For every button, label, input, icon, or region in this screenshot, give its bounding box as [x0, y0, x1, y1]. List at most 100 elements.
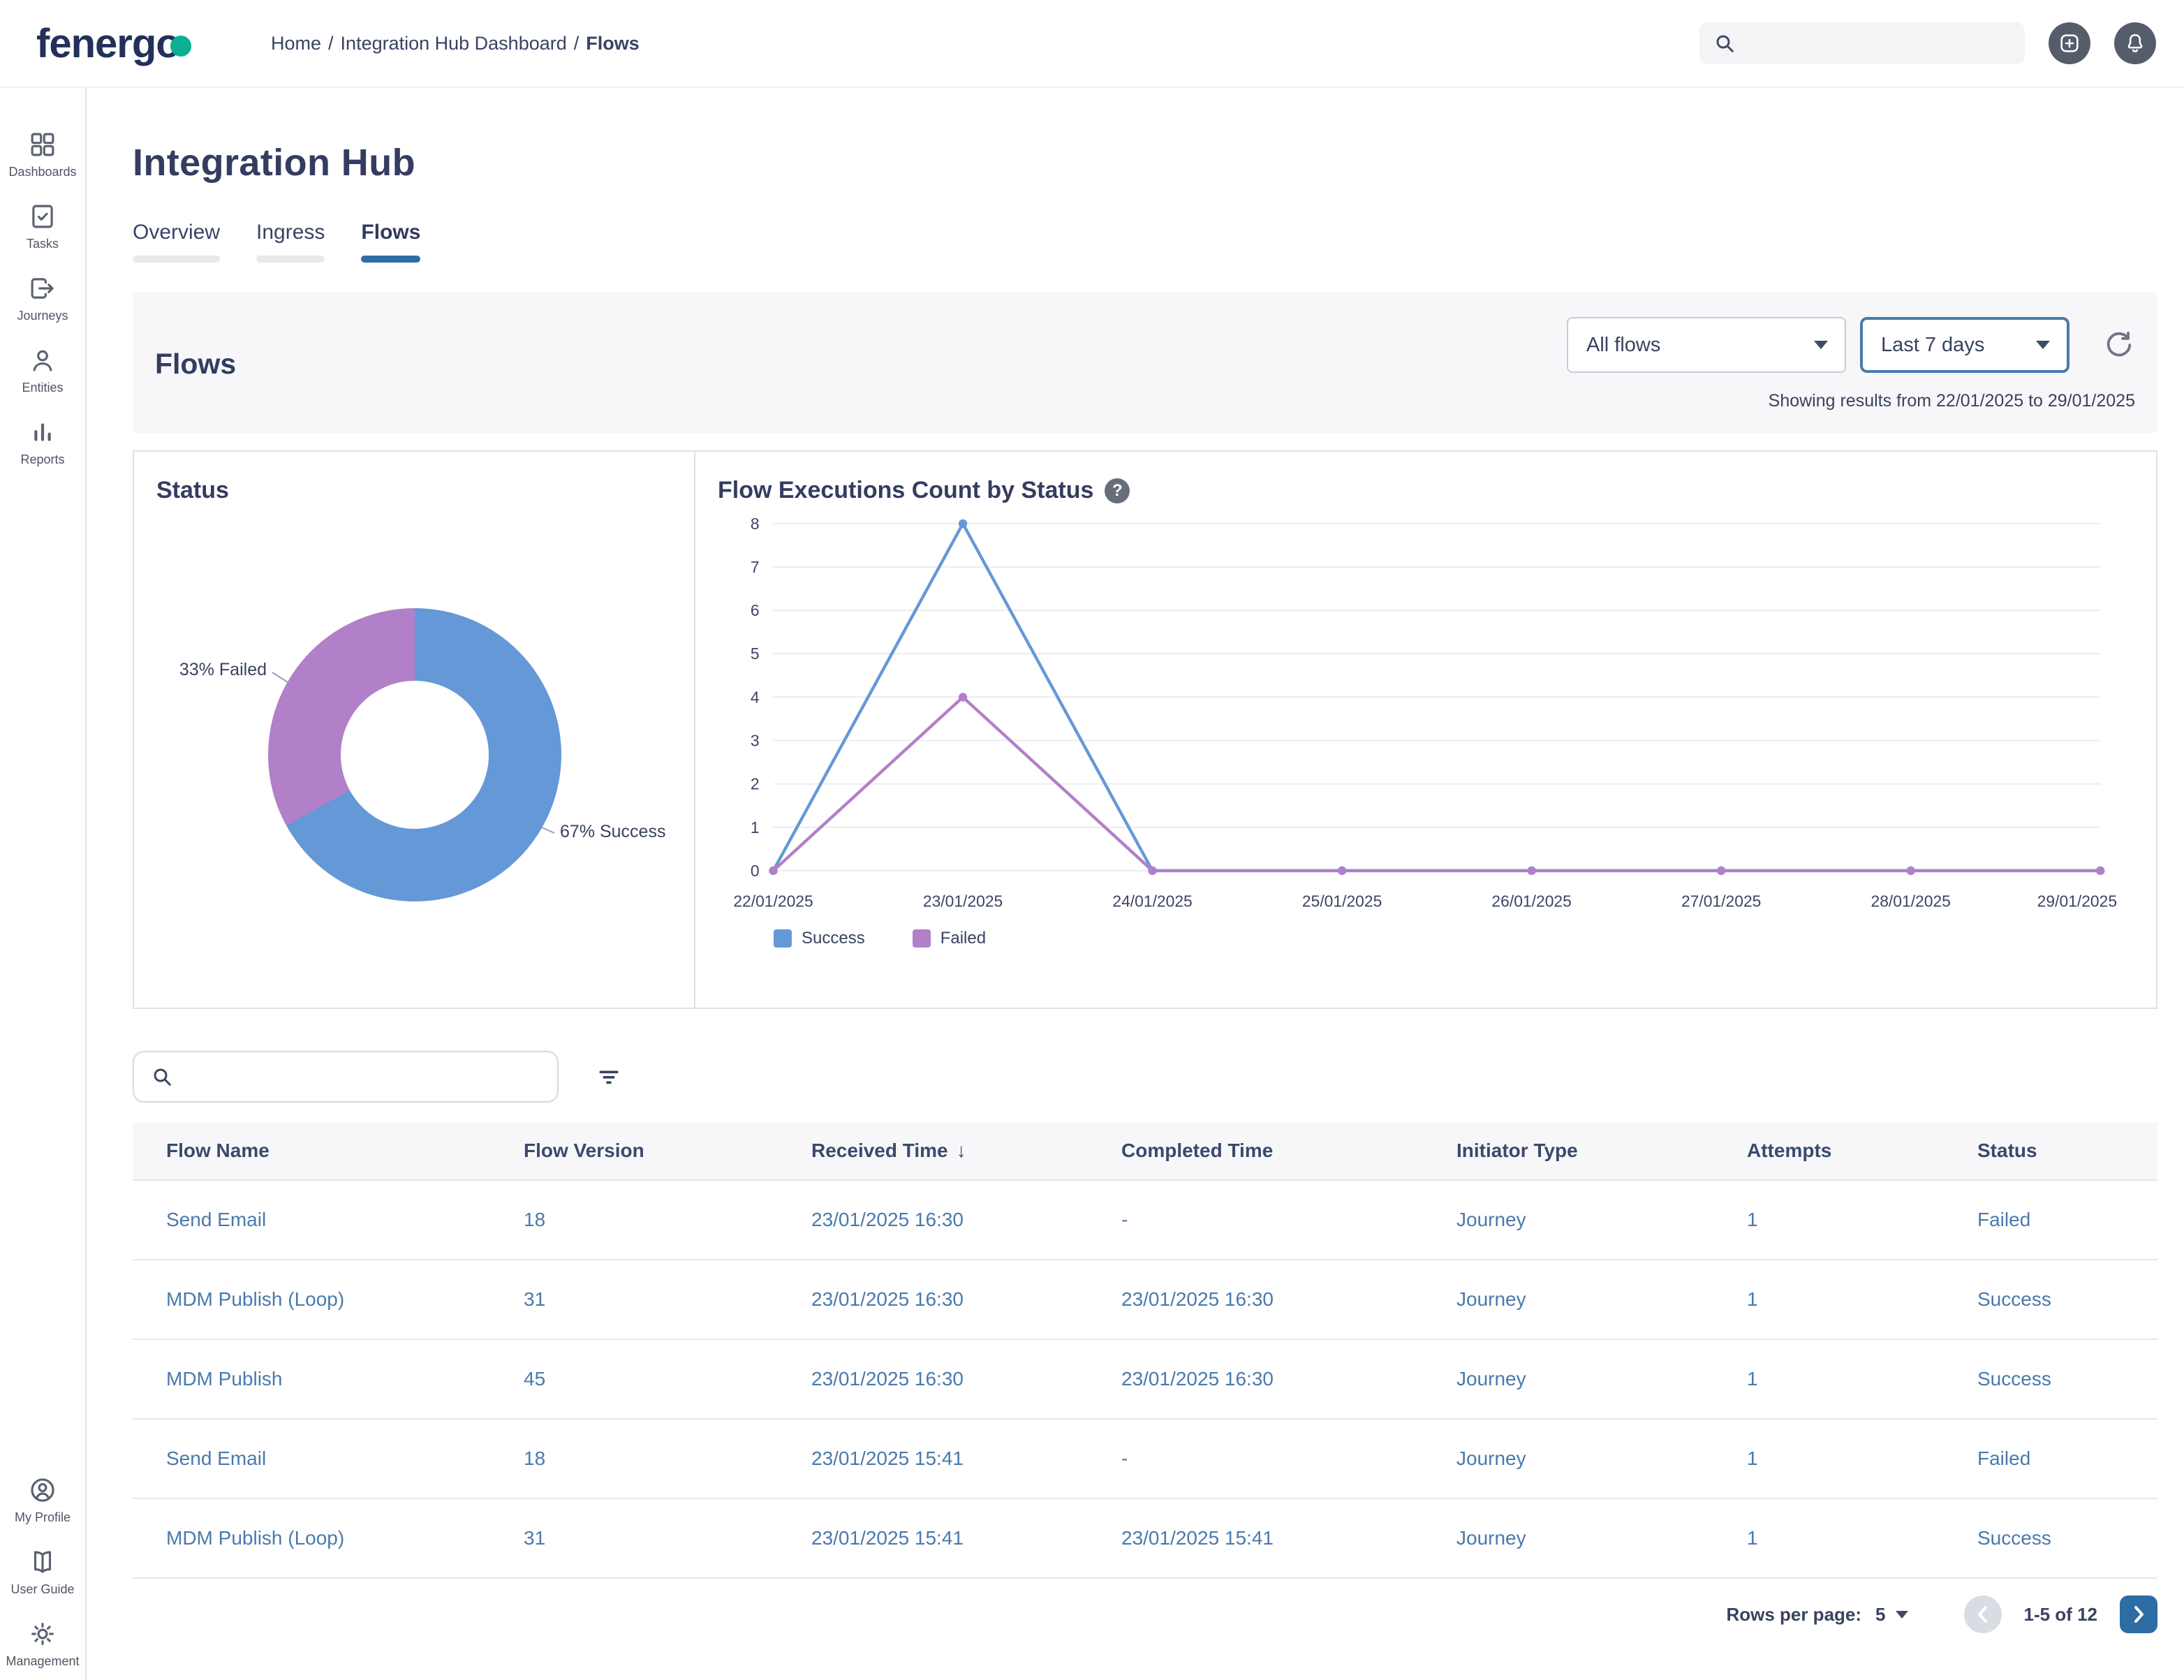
cell-completed-time: 23/01/2025 15:41 — [1121, 1527, 1274, 1549]
global-search-input[interactable] — [1747, 22, 2025, 64]
column-header-attempts[interactable]: Attempts — [1713, 1140, 1944, 1162]
cell-completed-time: - — [1121, 1447, 1128, 1469]
sidebar-item-journeys[interactable]: Journeys — [0, 274, 85, 323]
svg-text:25/01/2025: 25/01/2025 — [1302, 892, 1382, 911]
table-search-input[interactable] — [186, 1052, 557, 1101]
sidebar-bottom-group: My Profile User Guide Management — [0, 1475, 85, 1680]
cell-flow-name[interactable]: MDM Publish (Loop) — [133, 1527, 490, 1549]
breadcrumb-current: Flows — [586, 32, 640, 54]
sidebar-item-label: Management — [6, 1654, 80, 1668]
svg-text:6: 6 — [751, 601, 760, 619]
cell-completed-time: 23/01/2025 16:30 — [1121, 1368, 1274, 1390]
cell-received-time: 23/01/2025 16:30 — [811, 1368, 964, 1390]
sidebar-item-management[interactable]: Management — [0, 1619, 85, 1669]
cell-attempts: 1 — [1747, 1368, 1758, 1390]
svg-text:29/01/2025: 29/01/2025 — [2037, 892, 2117, 911]
legend-swatch — [912, 929, 931, 948]
sidebar-item-entities[interactable]: Entities — [0, 346, 85, 395]
column-header-status[interactable]: Status — [1944, 1140, 2157, 1162]
tab-ingress[interactable]: Ingress — [256, 221, 325, 263]
tab-flows[interactable]: Flows — [361, 221, 421, 263]
sidebar-item-tasks[interactable]: Tasks — [0, 202, 85, 251]
help-icon[interactable]: ? — [1105, 478, 1130, 503]
chevron-left-icon — [1977, 1606, 1987, 1623]
sidebar-item-label: User Guide — [10, 1582, 75, 1596]
sidebar-item-label: Journeys — [17, 309, 68, 323]
notifications-button[interactable] — [2114, 22, 2156, 64]
table-search[interactable] — [133, 1051, 559, 1103]
column-header-initiator-type[interactable]: Initiator Type — [1423, 1140, 1713, 1162]
pie-label-success: 67% Success — [560, 822, 666, 841]
column-header-flow-name[interactable]: Flow Name — [133, 1140, 490, 1162]
tab-underline — [133, 256, 221, 263]
previous-page-button[interactable] — [1963, 1596, 2002, 1633]
cell-initiator-type: Journey — [1456, 1447, 1526, 1469]
column-header-flow-version[interactable]: Flow Version — [490, 1140, 778, 1162]
column-header-label: Received Time — [811, 1140, 948, 1161]
table-row: MDM Publish 45 23/01/2025 16:30 23/01/2025 … — [133, 1340, 2157, 1420]
cell-flow-version: 18 — [524, 1209, 546, 1230]
legend-label: Success — [802, 929, 865, 948]
refresh-icon[interactable] — [2103, 329, 2135, 361]
chevron-down-icon — [1814, 341, 1828, 349]
tab-label: Ingress — [256, 221, 325, 244]
breadcrumb-integration-hub-dashboard[interactable]: Integration Hub Dashboard — [341, 33, 567, 54]
create-button[interactable] — [2049, 22, 2090, 64]
cell-completed-time: 23/01/2025 16:30 — [1121, 1288, 1274, 1310]
cell-flow-name[interactable]: Send Email — [133, 1447, 490, 1470]
cell-flow-name[interactable]: MDM Publish (Loop) — [133, 1288, 490, 1311]
tab-overview[interactable]: Overview — [133, 221, 221, 263]
app-logo[interactable]: fenergo — [36, 20, 271, 67]
page-range-text: 1-5 of 12 — [2023, 1603, 2098, 1625]
legend-item: Failed — [912, 929, 987, 948]
chevron-down-icon — [2036, 341, 2050, 349]
line-chart-svg: 0 1 2 3 4 5 6 7 8 22/01/2025 23/01/2025 24/01/2025 2… — [733, 515, 2117, 911]
sidebar-item-label: Dashboards — [8, 165, 77, 179]
filter-icon[interactable] — [595, 1063, 623, 1091]
svg-text:2: 2 — [751, 775, 760, 793]
svg-text:26/01/2025: 26/01/2025 — [1491, 892, 1571, 911]
line-chart-title: Flow Executions Count by Status — [718, 477, 1094, 503]
column-header-completed-time[interactable]: Completed Time — [1088, 1140, 1423, 1162]
cell-flow-version: 31 — [524, 1527, 546, 1549]
cell-flow-version: 45 — [524, 1368, 546, 1390]
sidebar-main-group: Dashboards Tasks Journeys Entities Repor… — [0, 130, 85, 467]
column-header-received-time[interactable]: Received Time ↓ — [778, 1140, 1088, 1162]
sidebar-item-reports[interactable]: Reports — [0, 418, 85, 467]
sidebar-item-dashboards[interactable]: Dashboards — [0, 130, 85, 179]
cell-initiator-type: Journey — [1456, 1527, 1526, 1549]
results-range-text: Showing results from 22/01/2025 to 29/01… — [1768, 391, 2135, 411]
cell-attempts: 1 — [1747, 1288, 1758, 1310]
cell-attempts: 1 — [1747, 1209, 1758, 1230]
breadcrumb: Home / Integration Hub Dashboard / Flows — [271, 33, 640, 54]
flows-filter-panel: Flows All flows Last 7 days Showing resu… — [133, 292, 2157, 434]
next-page-button[interactable] — [2120, 1596, 2157, 1633]
cell-received-time: 23/01/2025 16:30 — [811, 1288, 964, 1310]
rows-per-page-value[interactable]: 5 — [1875, 1604, 1885, 1626]
tab-underline — [256, 256, 325, 263]
date-range-select[interactable]: Last 7 days — [1860, 317, 2069, 373]
sidebar-item-my-profile[interactable]: My Profile — [0, 1475, 85, 1525]
flows-table: Flow Name Flow Version Received Time ↓ C… — [133, 1122, 2157, 1579]
cell-flow-name[interactable]: MDM Publish — [133, 1368, 490, 1390]
svg-text:24/01/2025: 24/01/2025 — [1112, 892, 1192, 911]
flows-panel-title: Flows — [155, 348, 237, 380]
table-row: MDM Publish (Loop) 31 23/01/2025 15:41 23/0… — [133, 1499, 2157, 1579]
filter-row: All flows Last 7 days — [1567, 317, 2135, 373]
breadcrumb-home[interactable]: Home — [271, 33, 321, 54]
chart-legend: Success Failed — [774, 929, 2128, 948]
tab-underline — [361, 256, 421, 263]
tasks-icon — [28, 202, 57, 231]
bell-icon — [2123, 31, 2147, 55]
search-icon — [1713, 32, 1736, 54]
add-icon — [2058, 31, 2081, 55]
legend-label: Failed — [940, 929, 987, 948]
cell-flow-name[interactable]: Send Email — [133, 1209, 490, 1231]
status-chart-title: Status — [156, 477, 229, 503]
svg-text:5: 5 — [751, 644, 760, 663]
chevron-down-icon[interactable] — [1895, 1610, 1908, 1619]
breadcrumb-separator: / — [328, 32, 334, 54]
sidebar-item-user-guide[interactable]: User Guide — [0, 1547, 85, 1597]
flow-filter-select[interactable]: All flows — [1567, 317, 1846, 373]
global-search[interactable] — [1699, 22, 2025, 64]
